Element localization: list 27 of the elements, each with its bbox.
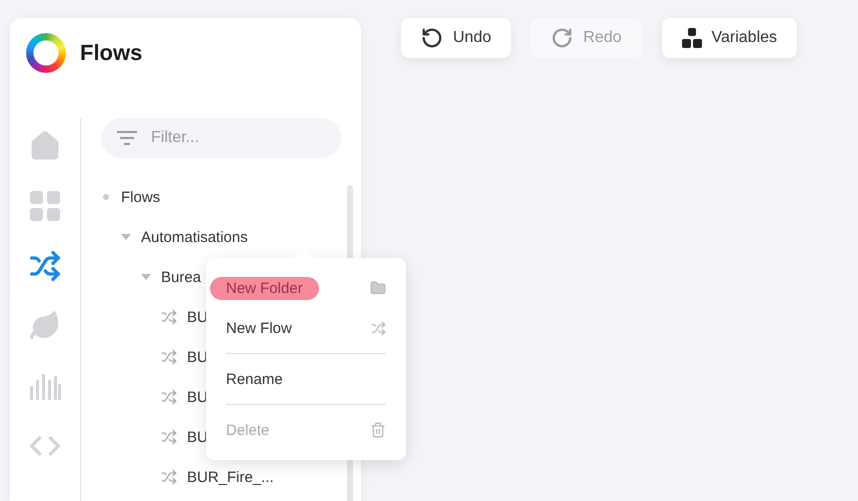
bar-chart-icon (29, 372, 61, 400)
grid-icon (29, 190, 61, 222)
tree-item[interactable]: Automatisations (141, 228, 248, 246)
trash-icon (370, 422, 386, 438)
shuffle-icon (161, 349, 177, 365)
folder-icon (370, 280, 386, 296)
shuffle-icon (29, 250, 61, 282)
shuffle-icon (161, 389, 177, 405)
undo-button[interactable]: Undo (401, 18, 512, 58)
tree-item[interactable]: Burea (161, 268, 202, 286)
logo-icon (26, 33, 66, 73)
bullet-icon (101, 192, 111, 202)
redo-icon (551, 27, 574, 49)
blocks-icon (682, 28, 702, 48)
tree-item[interactable]: BUR_Fire_... (187, 468, 274, 486)
filter-field[interactable]: Filter... (101, 118, 341, 158)
undo-icon (421, 27, 443, 49)
shuffle-icon (161, 309, 177, 325)
variables-button[interactable]: Variables (662, 18, 798, 58)
shuffle-icon (161, 469, 177, 485)
sidebar-title: Flows (80, 40, 142, 66)
shuffle-icon (371, 320, 386, 336)
menu-item[interactable]: Rename (206, 359, 406, 410)
shuffle-icon (161, 429, 177, 445)
tree-item[interactable]: Flows (121, 188, 160, 206)
leaf-icon (29, 310, 61, 342)
menu-item[interactable]: New Flow (206, 308, 406, 359)
